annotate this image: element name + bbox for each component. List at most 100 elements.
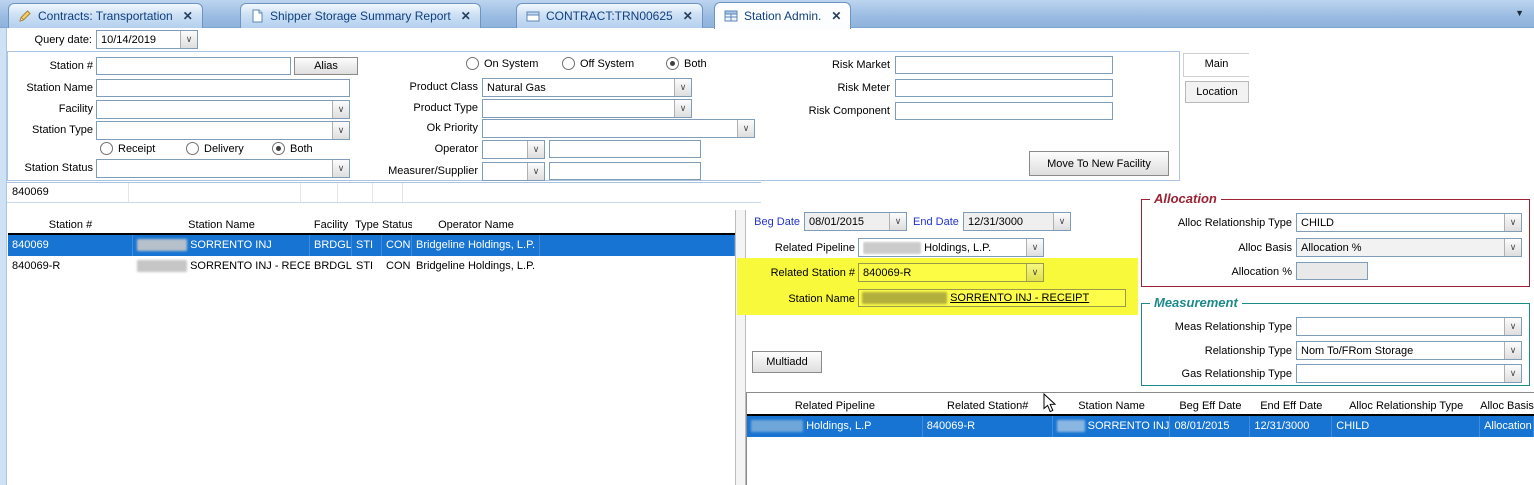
chevron-down-icon[interactable]: ∨ [1053,213,1070,230]
related-pipeline-dropdown[interactable]: Holdings, L.P. ∨ [858,238,1044,257]
col-header-station-name[interactable]: Station Name [1053,400,1171,414]
tab-station-admin[interactable]: Station Admin. ✕ [714,2,851,29]
allocation-pct-input[interactable] [1296,262,1368,280]
on-system-radio[interactable] [466,57,479,70]
gas-relationship-type-dropdown[interactable]: ∨ [1296,364,1522,383]
col-header-related-station[interactable]: Related Station# [923,400,1053,414]
risk-market-input[interactable] [895,56,1113,74]
col-header-type[interactable]: Type [352,219,382,233]
multiadd-button[interactable]: Multiadd [752,351,822,373]
off-system-radio[interactable] [562,57,575,70]
product-type-label: Product Type [388,99,478,117]
chevron-down-icon[interactable]: ∨ [737,120,754,137]
col-header-station-name[interactable]: Station Name [133,219,310,233]
station-row-840069-r[interactable]: 840069-R SORRENTO INJ - RECEIPT BRDGLIN … [8,256,735,277]
cell-status: CON [382,256,412,277]
meas-relationship-type-dropdown[interactable]: ∨ [1296,317,1522,336]
chevron-down-icon[interactable]: ∨ [527,163,544,180]
both-rd-radio[interactable] [272,142,285,155]
chevron-down-icon[interactable]: ∨ [1504,342,1521,359]
side-tab-location[interactable]: Location [1185,81,1249,103]
operator-code-dropdown[interactable]: ∨ [482,140,545,159]
query-date-value: 10/14/2019 [101,33,178,47]
cell-station-num: 840069 [8,235,133,256]
risk-meter-input[interactable] [895,79,1113,97]
filter-cell[interactable] [301,183,338,202]
risk-component-input[interactable] [895,102,1113,120]
chevron-down-icon[interactable]: ∨ [674,79,691,96]
facility-dropdown[interactable]: ∨ [96,100,350,119]
chevron-down-icon[interactable]: ∨ [1026,239,1043,256]
chevron-down-icon[interactable]: ∨ [1504,214,1521,231]
close-icon[interactable]: ✕ [683,9,693,23]
tab-overflow-arrow-icon[interactable]: ▼ [1515,8,1524,18]
chevron-down-icon[interactable]: ∨ [889,213,906,230]
chevron-down-icon[interactable]: ∨ [1026,264,1043,281]
receipt-radio[interactable] [100,142,113,155]
measurer-supplier-name-input[interactable] [549,162,701,180]
related-station-dropdown[interactable]: 840069-R ∨ [858,263,1044,282]
station-status-label: Station Status [2,159,93,177]
chevron-down-icon[interactable]: ∨ [332,160,349,177]
station-status-dropdown[interactable]: ∨ [96,159,350,178]
col-header-beg-eff-date[interactable]: Beg Eff Date [1170,400,1250,414]
delivery-radio[interactable] [186,142,199,155]
close-icon[interactable]: ✕ [183,9,193,23]
col-header-status[interactable]: Status [382,219,412,233]
station-row-840069[interactable]: 840069 SORRENTO INJ BRDGLIN STI CON Brid… [8,235,735,256]
alias-button[interactable]: Alias [294,57,358,75]
filter-cell[interactable] [403,183,761,202]
query-date-dropdown[interactable]: 10/14/2019 ∨ [96,30,198,49]
cell-alloc-relationship-type: CHILD [1332,416,1480,437]
chevron-down-icon[interactable]: ∨ [674,100,691,117]
measurer-supplier-code-dropdown[interactable]: ∨ [482,162,545,181]
chevron-down-icon[interactable]: ∨ [1504,365,1521,382]
relationship-type-dropdown[interactable]: Nom To/FRom Storage ∨ [1296,341,1522,360]
product-type-dropdown[interactable]: ∨ [482,99,692,118]
col-header-alloc-basis[interactable]: Alloc Basis [1480,400,1534,414]
station-num-input[interactable] [96,57,291,75]
col-header-related-pipeline[interactable]: Related Pipeline [747,400,923,414]
col-header-operator-name[interactable]: Operator Name [412,219,540,233]
filter-cell[interactable] [129,183,301,202]
station-type-dropdown[interactable]: ∨ [96,121,350,140]
end-date-label: End Date [913,213,959,231]
col-header-alloc-relationship-type[interactable]: Alloc Relationship Type [1332,400,1480,414]
both-system-radio[interactable] [666,57,679,70]
end-date-dropdown[interactable]: 12/31/3000 ∨ [963,212,1071,231]
chevron-down-icon[interactable]: ∨ [332,122,349,139]
detail-station-name-field[interactable]: SORRENTO INJ - RECEIPT [858,289,1126,307]
side-tab-main[interactable]: Main [1183,53,1249,77]
col-header-end-eff-date[interactable]: End Eff Date [1250,400,1332,414]
filter-station-num-cell[interactable]: 840069 [7,183,129,202]
related-station-row[interactable]: Holdings, L.P 840069-R SORRENTO INJ - 08… [747,416,1534,437]
alloc-basis-dropdown[interactable]: Allocation % ∨ [1296,238,1522,257]
chevron-down-icon[interactable]: ∨ [332,101,349,118]
station-type-label: Station Type [10,121,93,139]
alloc-relationship-type-dropdown[interactable]: CHILD ∨ [1296,213,1522,232]
chevron-down-icon[interactable]: ∨ [1504,239,1521,256]
tab-contracts-transportation[interactable]: Contracts: Transportation ✕ [8,3,203,28]
beg-date-dropdown[interactable]: 08/01/2015 ∨ [804,212,907,231]
filter-cell[interactable] [373,183,403,202]
ok-priority-dropdown[interactable]: ∨ [482,119,755,138]
risk-component-label: Risk Component [790,102,890,120]
col-header-facility[interactable]: Facility [310,219,352,233]
tab-shipper-storage-report[interactable]: Shipper Storage Summary Report ✕ [240,3,481,28]
chevron-down-icon[interactable]: ∨ [180,31,197,48]
close-icon[interactable]: ✕ [831,9,841,23]
related-grid-header: Related Pipeline Related Station# Statio… [747,393,1534,416]
station-name-input[interactable] [96,79,350,97]
vertical-scrollbar[interactable] [735,210,746,485]
close-icon[interactable]: ✕ [461,9,471,23]
tab-contract-trn00625[interactable]: CONTRACT:TRN00625 ✕ [516,3,703,28]
product-class-dropdown[interactable]: Natural Gas ∨ [482,78,692,97]
chevron-down-icon[interactable]: ∨ [1504,318,1521,335]
operator-name-input[interactable] [549,140,701,158]
chevron-down-icon[interactable]: ∨ [527,141,544,158]
move-to-new-facility-button[interactable]: Move To New Facility [1029,151,1169,176]
col-header-station-num[interactable]: Station # [8,219,133,233]
detail-station-name-value[interactable]: SORRENTO INJ - RECEIPT [950,292,1089,304]
filter-cell[interactable] [338,183,373,202]
cell-station-name: SORRENTO INJ [133,235,310,256]
